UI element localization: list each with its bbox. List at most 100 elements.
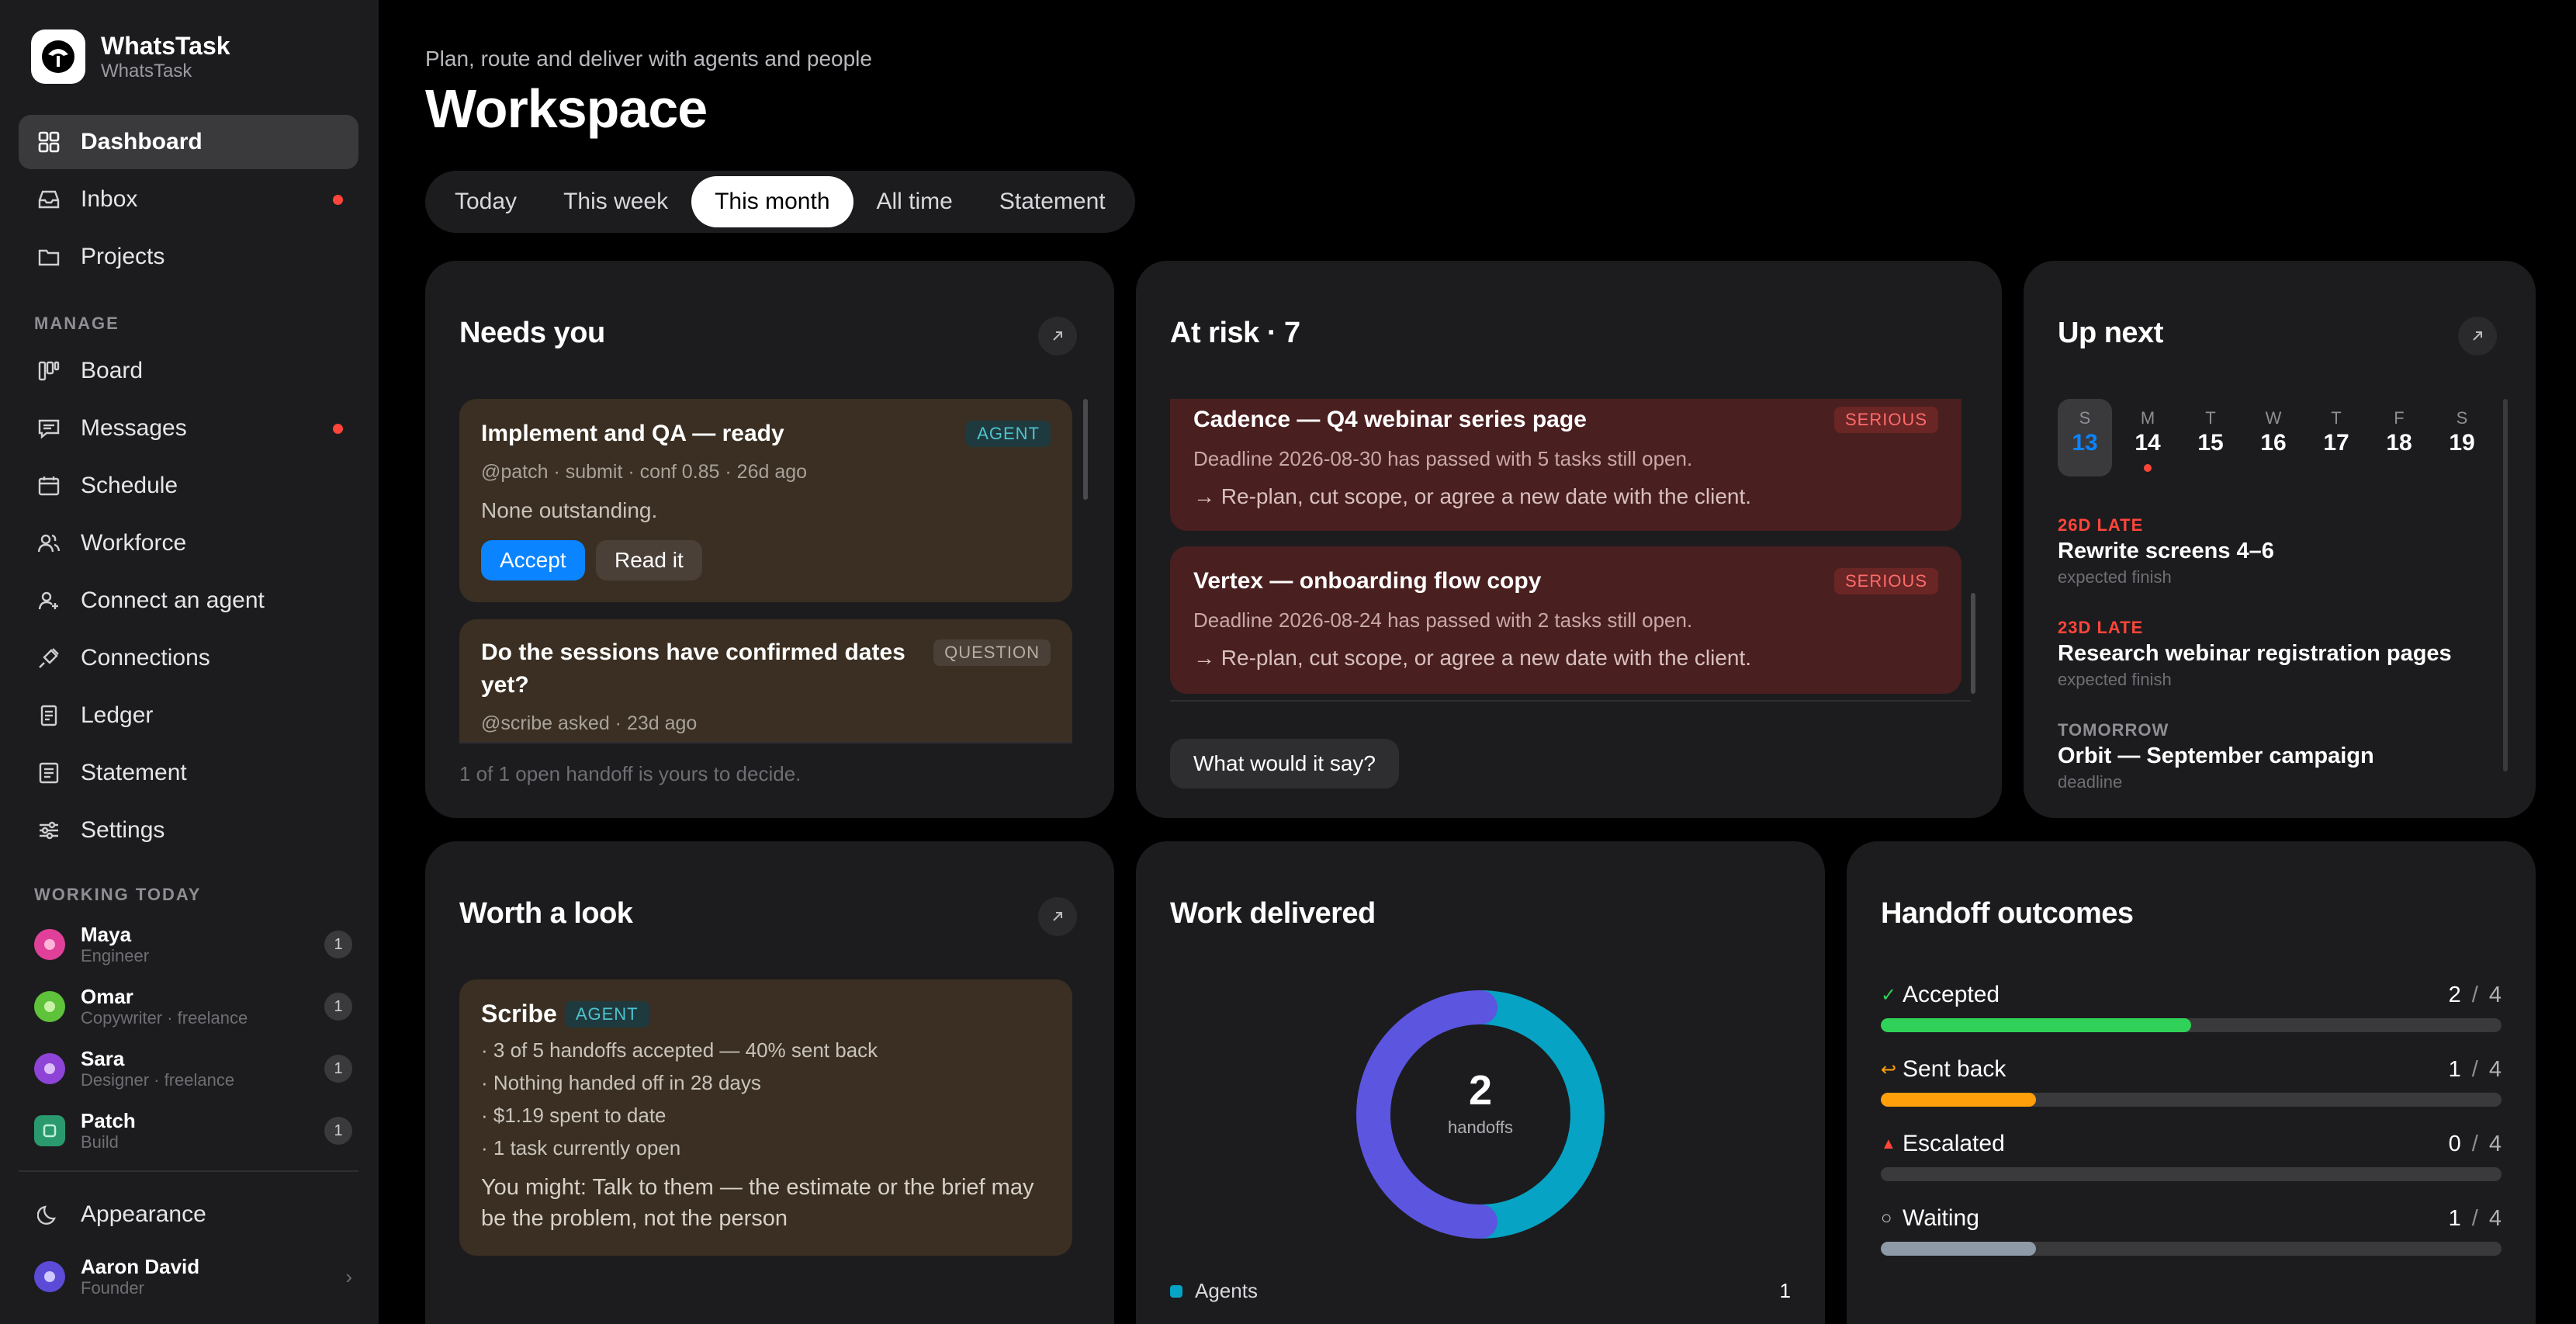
donut-center-value: 2: [1468, 1067, 1493, 1114]
day-of-week: W: [2265, 408, 2282, 428]
workspace-name: WhatsTask: [101, 61, 192, 81]
outcome-total: 4: [2488, 982, 2502, 1007]
calendar-day[interactable]: S 13: [2058, 399, 2112, 477]
outcome-separator: /: [2471, 1131, 2478, 1156]
nav-inbox[interactable]: Inbox: [19, 172, 358, 227]
upcoming-subtext: expected finish: [2058, 670, 2172, 689]
handoff-outcomes-card: Handoff outcomes ✓ Accepted 2 / 4 ↩ Sent…: [1847, 841, 2536, 1324]
day-number: 14: [2135, 430, 2161, 456]
outcome-row: ↩ Sent back 1 / 4: [1881, 1054, 2502, 1107]
nav-connections[interactable]: Connections: [19, 631, 358, 685]
nav-workforce[interactable]: Workforce: [19, 516, 358, 570]
nav-label: Messages: [81, 415, 187, 441]
agent-avatar-icon: [34, 1115, 65, 1146]
legend-item: Agents 1: [1170, 1279, 1791, 1303]
card-title: Work delivered: [1170, 897, 1376, 930]
suggestion-line1: You might: Talk to them — the estimate o…: [481, 1175, 1034, 1200]
risk-action: → Re-plan, cut scope, or agree a new dat…: [1193, 484, 1752, 508]
tab-this-week[interactable]: This week: [540, 176, 691, 227]
upcoming-item[interactable]: TOMORROW Orbit — September campaign dead…: [2058, 720, 2374, 790]
progress-fill: [1881, 1018, 2191, 1032]
upcoming-subtext: deadline: [2058, 772, 2123, 790]
open-arrow-icon[interactable]: [1038, 317, 1077, 355]
nav-label: Connect an agent: [81, 587, 265, 613]
what-would-it-say-button[interactable]: What would it say?: [1170, 739, 1399, 789]
nav-projects[interactable]: Projects: [19, 230, 358, 284]
calendar-day[interactable]: M 14: [2121, 399, 2175, 477]
nav-label: Projects: [81, 244, 165, 269]
serious-chip: SERIOUS: [1833, 407, 1938, 433]
card-title: Needs you: [459, 317, 605, 349]
plug-icon: [36, 645, 62, 671]
card-divider: [459, 742, 1072, 743]
nav-board[interactable]: Board: [19, 344, 358, 398]
calendar-day[interactable]: T 15: [2183, 399, 2238, 477]
accept-button[interactable]: Accept: [481, 540, 585, 581]
nav-schedule[interactable]: Schedule: [19, 459, 358, 513]
tab-statement[interactable]: Statement: [976, 176, 1129, 227]
nav-messages[interactable]: Messages: [19, 401, 358, 456]
scrollbar[interactable]: [1083, 399, 1088, 500]
nav-label: Board: [81, 358, 144, 383]
day-number: 13: [2072, 430, 2098, 456]
risk-title: Vertex — onboarding flow copy: [1193, 568, 1542, 594]
nav-connect-agent[interactable]: Connect an agent: [19, 574, 358, 628]
brand[interactable]: WhatsTask WhatsTask: [31, 29, 230, 84]
outcome-value: 1: [2448, 1205, 2461, 1231]
appearance-toggle[interactable]: Appearance: [19, 1187, 358, 1242]
risk-item[interactable]: Cadence — Q4 webinar series page SERIOUS…: [1170, 399, 1961, 531]
open-arrow-icon[interactable]: [2458, 317, 2497, 355]
calendar-day[interactable]: F 18: [2372, 399, 2426, 477]
card-title: Worth a look: [459, 897, 633, 930]
working-person[interactable]: Omar Copywriter · freelance 1: [34, 980, 352, 1033]
avatar: [34, 991, 65, 1022]
tab-all-time[interactable]: All time: [853, 176, 976, 227]
tab-today[interactable]: Today: [431, 176, 540, 227]
handoff-item[interactable]: Implement and QA — ready AGENT @patch · …: [459, 399, 1072, 602]
period-tabs: Today This week This month All time Stat…: [425, 171, 1135, 233]
day-of-week: M: [2140, 408, 2155, 428]
upcoming-item[interactable]: 23D LATE Research webinar registration p…: [2058, 618, 2452, 690]
insight-box[interactable]: Scribe AGENT · 3 of 5 handoffs accepted …: [459, 979, 1072, 1256]
calendar-icon: [36, 473, 62, 499]
appearance-label: Appearance: [81, 1201, 206, 1227]
outcome-label: Sent back: [1903, 1056, 2006, 1082]
nav-dashboard[interactable]: Dashboard: [19, 115, 358, 169]
handoff-item[interactable]: Do the sessions have confirmed dates yet…: [459, 619, 1072, 743]
open-arrow-icon[interactable]: [1038, 897, 1077, 936]
app-logo-icon: [31, 29, 85, 84]
tab-this-month[interactable]: This month: [691, 176, 853, 227]
working-person[interactable]: Maya Engineer 1: [34, 918, 352, 971]
risk-item[interactable]: Vertex — onboarding flow copy SERIOUS De…: [1170, 546, 1961, 694]
outcome-label: Waiting: [1903, 1205, 1979, 1231]
person-name: Sara: [81, 1047, 125, 1070]
day-of-week: S: [2456, 408, 2468, 428]
nav-ledger[interactable]: Ledger: [19, 688, 358, 743]
outcome-value: 1: [2448, 1056, 2461, 1082]
nav-statement[interactable]: Statement: [19, 746, 358, 800]
working-person[interactable]: Sara Designer · freelance 1: [34, 1042, 352, 1095]
handoff-meta: @scribe asked · 23d ago: [481, 712, 698, 734]
task-count-badge: 1: [324, 993, 352, 1021]
folder-icon: [36, 244, 62, 270]
people-icon: [36, 530, 62, 556]
user-menu[interactable]: Aaron David Founder ›: [34, 1250, 352, 1303]
task-count-badge: 1: [324, 1055, 352, 1083]
person-name: Maya: [81, 923, 132, 946]
scrollbar[interactable]: [2503, 399, 2508, 771]
calendar-day[interactable]: T 17: [2309, 399, 2363, 477]
insight-line: · 1 task currently open: [481, 1136, 681, 1159]
working-person[interactable]: Patch Build 1: [34, 1104, 352, 1157]
upcoming-item[interactable]: 26D LATE Rewrite screens 4–6 expected fi…: [2058, 515, 2274, 587]
legend-value: 1: [1779, 1279, 1791, 1302]
card-title: Up next: [2058, 317, 2163, 349]
nav-label: Inbox: [81, 186, 138, 212]
scrollbar[interactable]: [1971, 593, 1975, 694]
calendar-day[interactable]: S 19: [2435, 399, 2489, 477]
calendar-day[interactable]: W 16: [2246, 399, 2301, 477]
nav-settings[interactable]: Settings: [19, 803, 358, 858]
agent-name: Scribe: [481, 1000, 557, 1028]
user-name: Aaron David: [81, 1255, 200, 1278]
sidebar-divider: [19, 1170, 358, 1172]
read-it-button[interactable]: Read it: [596, 540, 702, 581]
